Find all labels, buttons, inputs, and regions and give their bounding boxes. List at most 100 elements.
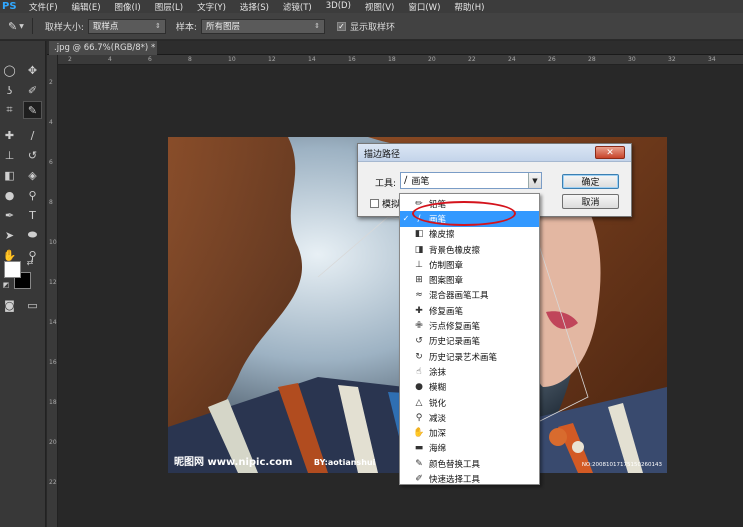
ruler-tick-label: 10 (228, 56, 236, 63)
menu-item[interactable]: 图像(I) (108, 1, 148, 13)
dropdown-option-label: 橡皮擦 (429, 230, 455, 241)
dropdown-option[interactable]: ⊞ 图案图章 (400, 273, 539, 288)
tool-preset-arrow-icon[interactable]: ▼ (19, 23, 24, 30)
quick-mask-icon[interactable]: ◙ (0, 296, 19, 314)
dropdown-option[interactable]: ✋ 加深 (400, 426, 539, 441)
ruler-tick-label: 14 (308, 56, 316, 63)
clone-stamp-tool-icon[interactable]: ⊥ (0, 146, 19, 164)
dropdown-option[interactable]: ✚ 修复画笔 (400, 303, 539, 318)
default-colors-icon[interactable]: ◩ (0, 279, 12, 291)
dropdown-option[interactable]: ✙ 污点修复画笔 (400, 318, 539, 333)
dropdown-option-label: 污点修复画笔 (429, 322, 481, 333)
dropdown-option[interactable]: ● 模糊 (400, 380, 539, 395)
menu-bar: PS 文件(F) 编辑(E) 图像(I) 图层(L) 文字(Y) 选择(S) 滤镜(T) 3D… (0, 0, 743, 13)
path-select-icon[interactable]: ➤ (0, 226, 19, 244)
menu-item[interactable]: 3D(D) (319, 1, 358, 13)
pen-tool-icon[interactable]: ✒ (0, 206, 19, 224)
menu-item[interactable]: 窗口(W) (401, 1, 447, 13)
dropdown-option[interactable]: ✎ 颜色替换工具 (400, 456, 539, 471)
mixer-brush-icon: ≈ (415, 290, 423, 301)
dialog-titlebar[interactable]: 描边路径 ✕ (358, 144, 631, 162)
eraser-tool-icon[interactable]: ◧ (0, 166, 19, 184)
horizontal-ruler: 2 4 6 8 10 12 14 16 18 20 22 24 26 28 30 32 34 (58, 55, 743, 65)
move-tool-icon[interactable]: ✥ (23, 61, 42, 79)
ruler-tick-label: 20 (49, 439, 57, 446)
cancel-button[interactable]: 取消 (562, 194, 619, 209)
quick-select-tool-icon[interactable]: ✐ (23, 81, 42, 99)
dropdown-option-label: 涂抹 (429, 367, 447, 378)
art-history-brush-icon: ↻ (415, 351, 423, 362)
eyedropper-icon[interactable]: ✎ (8, 20, 17, 33)
updown-icon: ⇕ (314, 22, 320, 30)
menu-item[interactable]: 编辑(E) (65, 1, 108, 13)
dropdown-option[interactable]: ⊥ 仿制图章 (400, 257, 539, 272)
eyedropper-tool-icon[interactable]: ✎ (23, 101, 42, 119)
tool-select-value: 画笔 (411, 177, 430, 187)
ruler-tick-label: 8 (188, 56, 192, 63)
sample-size-select[interactable]: 取样点 ⇕ (87, 18, 166, 34)
dropdown-option[interactable]: ◨ 背景色橡皮擦 (400, 242, 539, 257)
swap-colors-icon[interactable]: ⇄ (24, 256, 36, 268)
dropdown-option[interactable]: ↺ 历史记录画笔 (400, 334, 539, 349)
checkmark-icon: ✓ (336, 21, 346, 31)
menu-item[interactable]: 文件(F) (22, 1, 65, 13)
ruler-tick-label: 12 (268, 56, 276, 63)
blur-tool-icon[interactable]: ● (0, 186, 19, 204)
simulate-label: 模拟 (382, 200, 401, 210)
history-brush-icon: ↺ (415, 336, 423, 347)
dropdown-arrow-icon[interactable]: ▼ (528, 173, 541, 188)
dropdown-option[interactable]: ≈ 混合器画笔工具 (400, 288, 539, 303)
menu-item[interactable]: 图层(L) (148, 1, 190, 13)
paint-bucket-icon[interactable]: ◈ (23, 166, 42, 184)
elliptical-marquee-icon[interactable]: ◯ (0, 61, 19, 79)
ruler-tick-label: 16 (348, 56, 356, 63)
dropdown-option[interactable]: ☝ 涂抹 (400, 364, 539, 379)
dropdown-option[interactable]: ↻ 历史记录艺术画笔 (400, 349, 539, 364)
ruler-tick-label: 20 (428, 56, 436, 63)
close-button[interactable]: ✕ (595, 146, 625, 159)
dropdown-option[interactable]: ▬ 海绵 (400, 441, 539, 456)
foreground-color-swatch[interactable] (4, 261, 21, 278)
ruler-tick-label: 32 (668, 56, 676, 63)
crop-icon[interactable]: ⌗ (0, 101, 19, 119)
screen-mode-icon[interactable]: ▭ (23, 296, 42, 314)
history-brush-tool-icon[interactable]: ↺ (23, 146, 42, 164)
show-ring-checkbox[interactable]: ✓ 显示取样环 (336, 20, 395, 33)
dropdown-option[interactable]: ⚲ 减淡 (400, 410, 539, 425)
sample-size-value: 取样点 (92, 22, 119, 32)
clone-stamp-icon: ⊥ (415, 259, 423, 270)
menu-item[interactable]: 视图(V) (358, 1, 401, 13)
ellipse-shape-icon[interactable]: ⬬ (23, 226, 42, 244)
lasso-icon[interactable]: ʖ (0, 81, 19, 99)
tool-select[interactable]: ∕ 画笔 ▼ (400, 172, 542, 189)
spot-healing-icon: ✙ (415, 321, 423, 332)
ruler-tick-label: 28 (588, 56, 596, 63)
sample-select[interactable]: 所有图层 ⇕ (200, 18, 325, 34)
watermark-right: NO:20081017175150260143 (581, 462, 662, 468)
ok-button[interactable]: 确定 (562, 174, 619, 189)
watermark-left: 昵图网 www.nipic.com BY:aotianshui (174, 457, 376, 468)
menu-item[interactable]: 帮助(H) (447, 1, 491, 13)
spot-healing-tool-icon[interactable]: ✚ (0, 126, 19, 144)
menu-item[interactable]: 选择(S) (233, 1, 276, 13)
type-tool-icon[interactable]: T (23, 206, 42, 224)
tool-label: 工具: (375, 179, 397, 189)
dodge-tool-icon[interactable]: ⚲ (23, 186, 42, 204)
close-icon: ✕ (606, 147, 614, 158)
show-ring-label: 显示取样环 (349, 22, 395, 33)
dropdown-option-label: 修复画笔 (429, 306, 464, 317)
ruler-tick-label: 24 (508, 56, 516, 63)
checkmark-icon: ✓ (402, 214, 410, 224)
dropdown-option-label: 背景色橡皮擦 (429, 245, 481, 256)
dropdown-option[interactable]: △ 锐化 (400, 395, 539, 410)
menu-item[interactable]: 文字(Y) (190, 1, 233, 13)
dropdown-option[interactable]: ◧ 橡皮擦 (400, 227, 539, 242)
simulate-pressure-checkbox[interactable]: 模拟 (370, 197, 400, 210)
dropdown-option-label: 混合器画笔工具 (429, 291, 489, 302)
brush-tool-icon[interactable]: ∕ (23, 126, 42, 144)
document-tab[interactable]: .jpg @ 66.7%(RGB/8*) * (49, 41, 157, 55)
tool-dropdown-list: ✏ 铅笔 ✓ ∕ 画笔 ◧ 橡皮擦 ◨ 背景色橡皮擦 ⊥ 仿制图章 ⊞ 图案图章 ≈ 混合器画笔工具 ✚ 修复画… (399, 193, 540, 485)
dodge-icon: ⚲ (415, 412, 423, 423)
dropdown-option[interactable]: ✐ 快速选择工具 (400, 471, 539, 486)
menu-item[interactable]: 滤镜(T) (276, 1, 319, 13)
